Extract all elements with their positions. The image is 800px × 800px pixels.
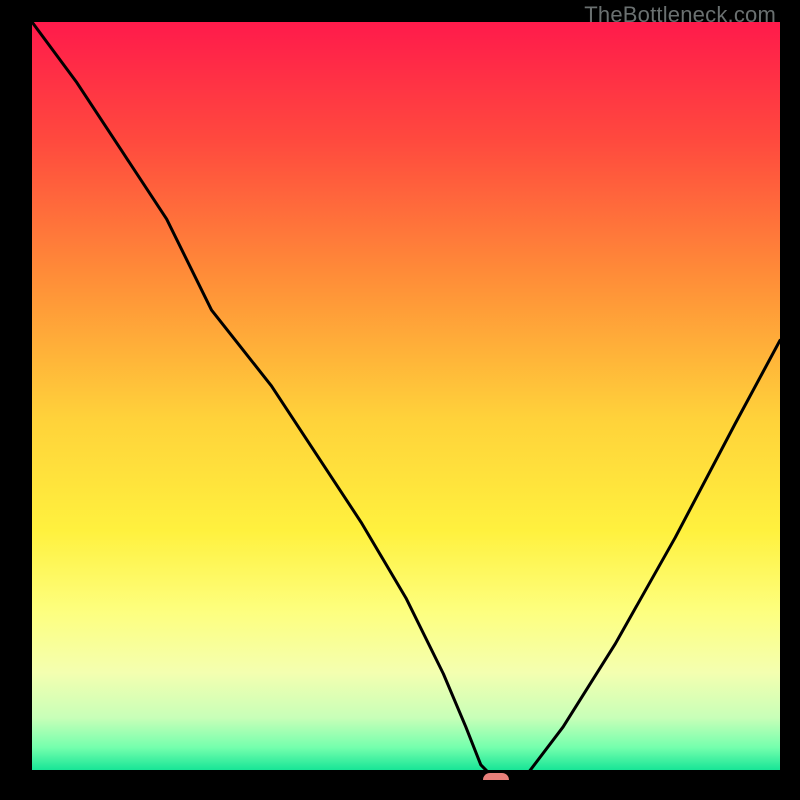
- bottleneck-curve: [32, 22, 780, 780]
- optimal-point-marker: [483, 773, 509, 780]
- watermark-text: TheBottleneck.com: [584, 2, 776, 28]
- chart-frame: TheBottleneck.com: [0, 0, 800, 800]
- plot-area: [32, 22, 780, 780]
